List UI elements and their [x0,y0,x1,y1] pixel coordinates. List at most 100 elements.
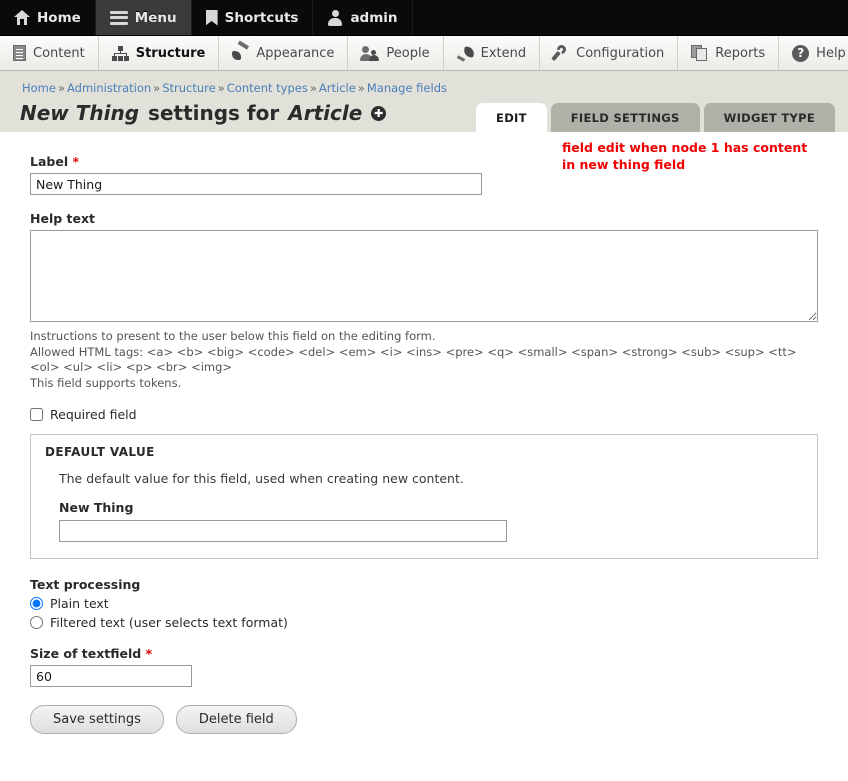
size-of-textfield-label: Size of textfield * [30,646,828,661]
pages-icon [691,45,708,61]
tab-field-settings-label: FIELD SETTINGS [570,111,680,125]
help-text-field-group: Help text Instructions to present to the… [30,211,828,391]
breadcrumb-separator: » [57,81,66,95]
sitemap-icon [111,45,129,61]
toolbar-item-home-label: Home [37,9,81,26]
page-title-bundle: Article [288,101,363,125]
text-processing-option-plain: Plain text [30,596,828,611]
tab-edit[interactable]: EDIT [476,103,547,132]
filtered-text-radio[interactable] [30,616,43,630]
hamburger-icon [109,10,128,25]
breadcrumb-separator: » [357,81,365,95]
admin-toolbar: Home Menu Shortcuts admin [0,0,848,36]
breadcrumb-item-manage-fields[interactable]: Manage fields [367,81,447,95]
tab-edit-label: EDIT [496,111,527,125]
save-settings-button[interactable]: Save settings [30,705,164,735]
plug-icon [456,45,475,62]
required-field-group: Required field [30,407,828,422]
text-processing-option-filtered: Filtered text (user selects text format) [30,615,828,630]
breadcrumb-separator: » [153,81,161,95]
plain-text-label[interactable]: Plain text [50,596,109,611]
menu-item-content[interactable]: Content [0,36,99,70]
tab-widget-type[interactable]: WIDGET TYPE [703,103,835,132]
default-value-description: The default value for this field, used w… [59,471,464,487]
breadcrumb-item-structure[interactable]: Structure [162,81,216,95]
people-icon [360,45,380,61]
help-desc-line-1: Instructions to present to the user belo… [30,329,436,343]
wrench-icon [551,43,569,62]
help-text-label: Help text [30,211,96,226]
tab-field-settings[interactable]: FIELD SETTINGS [550,103,700,132]
filtered-text-label[interactable]: Filtered text (user selects text format) [50,615,288,630]
default-value-sub-label: New Thing [59,500,134,516]
required-field-label[interactable]: Required field [50,407,137,422]
help-circle-icon[interactable]: ✚ [371,105,387,121]
form-actions: Save settings Delete field [30,705,828,758]
default-value-legend: DEFAULT VALUE [45,445,155,460]
default-value-fieldset: DEFAULT VALUE The default value for this… [30,434,818,560]
admin-menu-bar: Content Structure Appearance People Exte… [0,36,848,71]
breadcrumb-item-administration[interactable]: Administration [67,81,151,95]
breadcrumb-separator: » [309,81,317,95]
delete-field-button[interactable]: Delete field [175,705,297,735]
page-title-middle: settings for [148,101,280,125]
menu-item-people-label: People [386,45,430,61]
menu-item-configuration-label: Configuration [576,45,665,61]
home-icon [14,10,30,25]
tab-widget-type-label: WIDGET TYPE [723,111,815,125]
breadcrumb-item-content-types[interactable]: Content types [227,81,308,95]
toolbar-item-account[interactable]: admin [313,0,413,35]
size-of-textfield-label-text: Size of textfield [30,646,142,662]
label-field-label-text: Label [30,154,69,169]
question-mark-icon: ? [792,44,810,62]
menu-item-configuration[interactable]: Configuration [540,36,679,70]
toolbar-item-home[interactable]: Home [0,0,96,35]
required-marker: * [145,646,153,662]
toolbar-item-menu[interactable]: Menu [95,0,192,35]
required-marker: * [72,154,80,169]
menu-item-content-label: Content [33,45,85,61]
help-text-textarea[interactable] [30,230,818,322]
page-header: Home» Administration» Structure» Content ty… [0,71,848,132]
text-processing-label: Text processing [30,577,141,593]
menu-item-reports-label: Reports [715,45,766,61]
text-processing-group: Text processing Plain text Filtered text… [30,577,828,630]
menu-item-extend[interactable]: Extend [444,36,541,70]
toolbar-item-shortcuts[interactable]: Shortcuts [192,0,314,35]
annotation-note: field edit when node 1 has content in ne… [562,140,808,172]
default-value-input[interactable] [59,520,507,543]
paintbrush-icon [232,40,250,61]
page-root: Home Menu Shortcuts admin Content Struct… [0,0,848,781]
page-title-field-name: New Thing [20,101,140,125]
help-desc-line-2: Allowed HTML tags: <a> <b> <big> <code> … [30,344,797,375]
toolbar-item-shortcuts-label: Shortcuts [224,9,299,26]
document-icon [13,45,26,61]
size-of-textfield-group: Size of textfield * [30,646,828,688]
field-settings-form: field edit when node 1 has content in ne… [0,132,848,759]
menu-item-help-label: Help [816,45,846,61]
toolbar-item-account-label: admin [350,9,398,26]
menu-item-people[interactable]: People [348,36,444,70]
breadcrumb-separator: » [217,81,225,95]
bookmark-icon [205,9,218,26]
plain-text-radio[interactable] [30,597,43,611]
breadcrumb-item-article[interactable]: Article [319,81,356,95]
default-value-input-wrap [59,520,803,543]
menu-item-structure[interactable]: Structure [99,36,220,70]
breadcrumb-item-home[interactable]: Home [22,81,56,95]
menu-item-reports[interactable]: Reports [678,36,780,70]
label-input[interactable] [30,173,482,195]
menu-item-help[interactable]: ? Help [779,36,848,70]
primary-tabs: EDIT FIELD SETTINGS WIDGET TYPE [476,103,848,132]
menu-item-appearance-label: Appearance [256,45,335,61]
help-desc-line-3: This field supports tokens. [30,375,182,390]
menu-item-structure-label: Structure [135,45,206,61]
size-of-textfield-input[interactable] [30,665,192,688]
breadcrumb: Home» Administration» Structure» Content ty… [0,81,848,95]
menu-item-appearance[interactable]: Appearance [219,36,349,70]
toolbar-item-menu-label: Menu [134,9,177,26]
required-field-checkbox[interactable] [30,408,43,422]
help-text-description: Instructions to present to the user belo… [30,329,828,391]
menu-item-extend-label: Extend [480,45,527,61]
user-icon [327,10,343,26]
